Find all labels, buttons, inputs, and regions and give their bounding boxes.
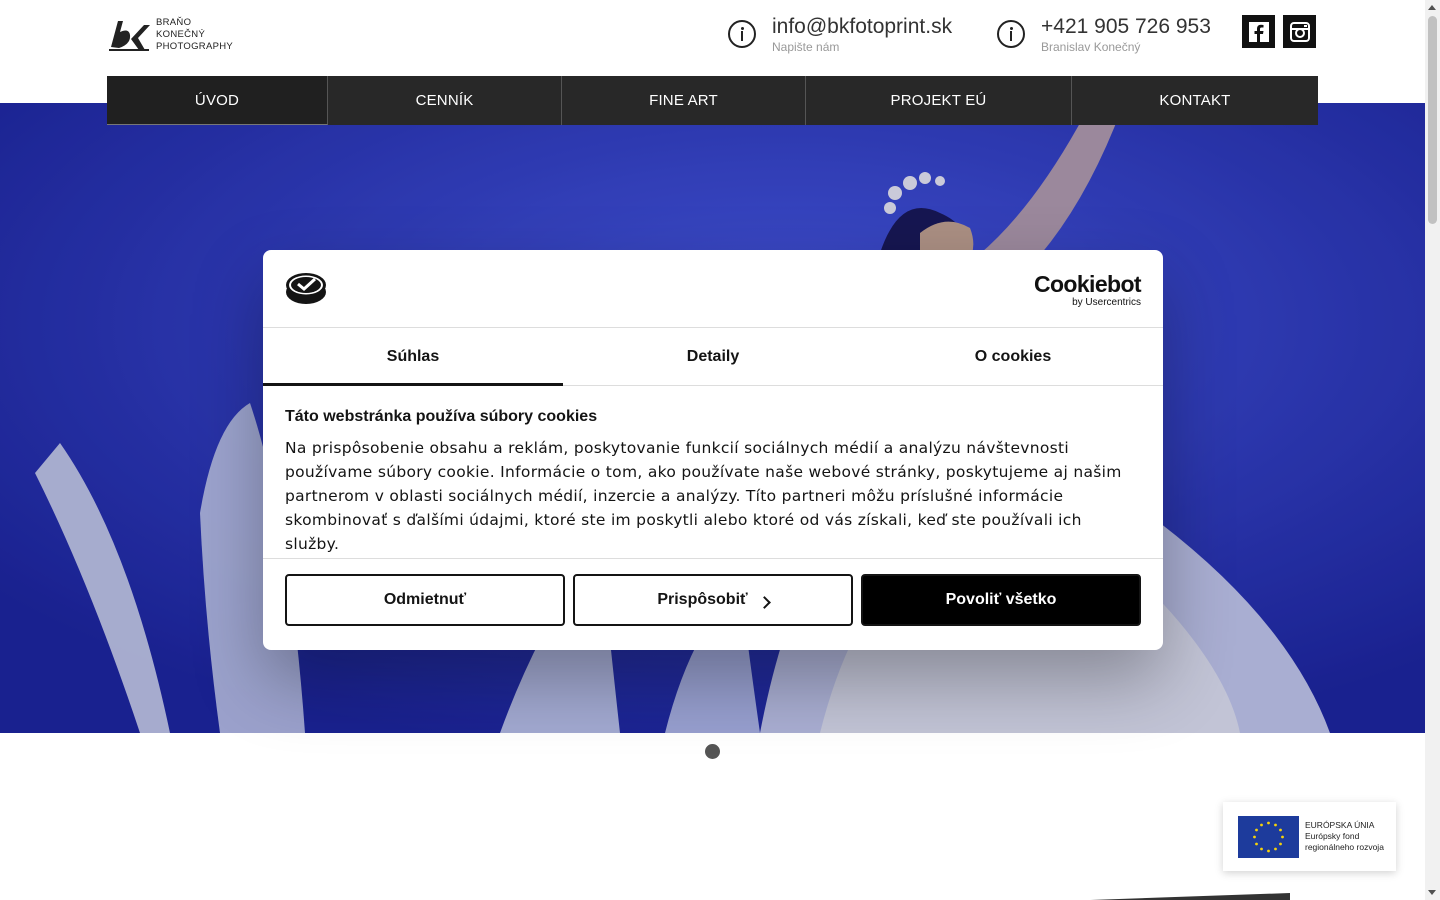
cookie-tabs: Súhlas Detaily O cookies bbox=[263, 328, 1163, 386]
nav-item-fine-art[interactable]: FINE ART bbox=[562, 76, 806, 125]
nav-item-cennik[interactable]: CENNÍK bbox=[328, 76, 562, 125]
cookie-consent-dialog: Cookiebot by Usercentrics Súhlas Detaily… bbox=[263, 250, 1163, 650]
cookiebot-logo-icon bbox=[286, 273, 326, 304]
cookiebot-brand-sub: by Usercentrics bbox=[1072, 297, 1141, 308]
info-icon bbox=[728, 20, 756, 48]
allow-all-button[interactable]: Povoliť všetko bbox=[861, 574, 1141, 626]
site-logo[interactable]: BRAŇO KONEČNÝ PHOTOGRAPHY bbox=[107, 15, 237, 55]
tab-suhlas[interactable]: Súhlas bbox=[263, 328, 563, 386]
logo-line: PHOTOGRAPHY bbox=[156, 41, 234, 52]
contact-email[interactable]: info@bkfotoprint.sk Napište nám bbox=[728, 14, 952, 54]
contact-phone-caption: Branislav Konečný bbox=[1041, 40, 1141, 54]
chevron-right-icon bbox=[757, 595, 771, 609]
tab-detaily[interactable]: Detaily bbox=[563, 328, 863, 385]
facebook-button[interactable] bbox=[1242, 15, 1275, 48]
info-icon bbox=[997, 20, 1025, 48]
main-navigation: ÚVOD CENNÍK FINE ART PROJEKT EÚ KONTAKT bbox=[107, 76, 1318, 125]
eu-badge-line: regionálneho rozvoja bbox=[1305, 842, 1384, 852]
contact-email-caption: Napište nám bbox=[772, 40, 840, 54]
facebook-icon bbox=[1248, 21, 1269, 42]
nav-item-kontakt[interactable]: KONTAKT bbox=[1072, 76, 1318, 125]
eu-flag-icon bbox=[1238, 815, 1299, 858]
bk-logo-icon bbox=[109, 21, 150, 51]
nav-item-uvod[interactable]: ÚVOD bbox=[107, 76, 328, 125]
contact-email-value[interactable]: info@bkfotoprint.sk bbox=[772, 14, 952, 40]
scroll-down-arrow-icon[interactable] bbox=[1428, 890, 1436, 895]
reject-button-label: Odmietnuť bbox=[383, 591, 467, 608]
page-scrollbar[interactable] bbox=[1425, 0, 1440, 900]
reject-button[interactable]: Odmietnuť bbox=[285, 574, 565, 626]
cookiebot-brand[interactable]: Cookiebot by Usercentrics bbox=[1033, 271, 1142, 309]
cookie-dialog-header: Cookiebot by Usercentrics bbox=[263, 250, 1163, 328]
slider-dot[interactable] bbox=[705, 744, 720, 759]
tab-o-cookies[interactable]: O cookies bbox=[863, 328, 1163, 385]
scroll-up-arrow-icon[interactable] bbox=[1428, 5, 1436, 10]
eu-badge-text: EURÓPSKA ÚNIA Európsky fond regionálneho… bbox=[1305, 820, 1384, 853]
customize-button-label: Prispôsobiť bbox=[657, 591, 748, 608]
page-content-preview bbox=[1090, 893, 1290, 900]
eu-badge-line: EURÓPSKA ÚNIA bbox=[1305, 820, 1375, 830]
eu-badge-line: Európsky fond bbox=[1305, 831, 1360, 841]
cookie-dialog-body: Táto webstránka používa súbory cookies N… bbox=[263, 386, 1163, 559]
logo-text: BRAŇO KONEČNÝ PHOTOGRAPHY bbox=[156, 17, 233, 53]
contact-phone-value[interactable]: +421 905 726 953 bbox=[1041, 14, 1211, 40]
nav-item-projekt-eu[interactable]: PROJEKT EÚ bbox=[806, 76, 1072, 125]
eu-fund-badge[interactable]: EURÓPSKA ÚNIA Európsky fond regionálneho… bbox=[1223, 802, 1396, 871]
cookiebot-brand-name: Cookiebot bbox=[1033, 271, 1142, 297]
contact-phone[interactable]: +421 905 726 953 Branislav Konečný bbox=[997, 14, 1211, 54]
scrollbar-thumb[interactable] bbox=[1428, 16, 1437, 224]
logo-line: BRAŇO bbox=[156, 17, 192, 28]
cookie-dialog-title: Táto webstránka používa súbory cookies bbox=[285, 408, 598, 425]
cookie-dialog-buttons: Odmietnuť Prispôsobiť Povoliť všetko bbox=[263, 559, 1163, 641]
instagram-icon bbox=[1289, 21, 1310, 42]
customize-button[interactable]: Prispôsobiť bbox=[573, 574, 853, 626]
cookie-dialog-text: Na prispôsobenie obsahu a reklám, poskyt… bbox=[285, 439, 1122, 553]
logo-line: KONEČNÝ bbox=[156, 29, 206, 40]
allow-all-button-label: Povoliť všetko bbox=[945, 591, 1057, 608]
instagram-button[interactable] bbox=[1283, 15, 1316, 48]
